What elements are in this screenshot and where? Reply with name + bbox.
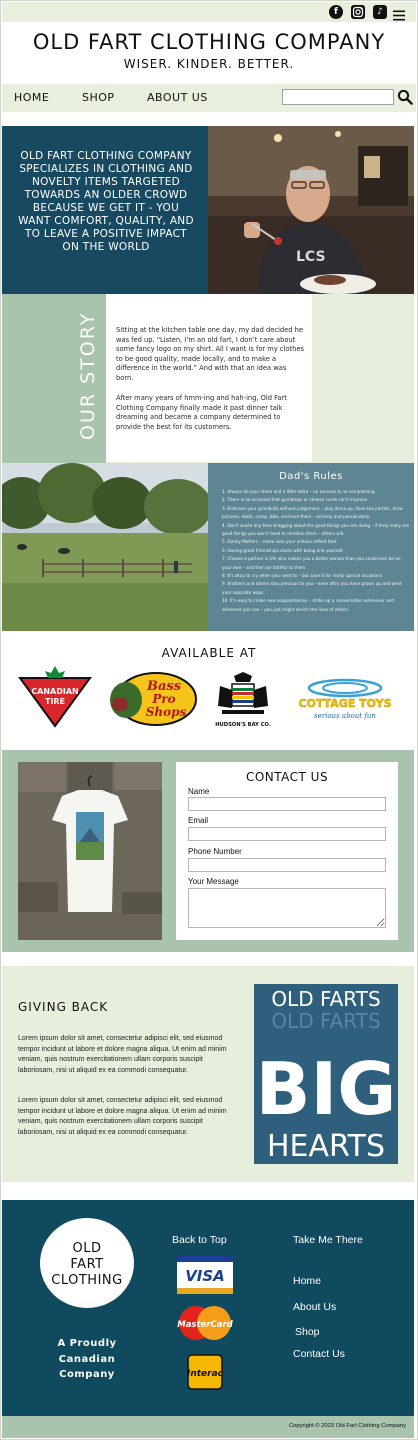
big-hearts-poster: OLD FARTS OLD FARTS BIG HEARTS (254, 984, 398, 1164)
back-to-top-link[interactable]: Back to Top (172, 1234, 227, 1246)
hudsons-bay-caption: HUDSON'S BAY CO. (215, 722, 271, 728)
rule-item: 3. Embrace your grandkids without judgem… (222, 505, 403, 520)
canadian-tire-logo[interactable]: CANADIAN TIRE (18, 664, 92, 728)
copyright-text: Copyright © 2023 Old Fart Clothing Compa… (288, 1423, 406, 1429)
dads-rules-list: 1. Always do your share and a little ext… (222, 488, 410, 614)
farm-photo (2, 463, 208, 631)
footer-logo-line: FART (70, 1257, 104, 1272)
hudsons-bay-logo[interactable]: HUDSON'S BAY CO. (210, 670, 276, 730)
rule-item: 6. Having great friendships starts with … (222, 547, 344, 553)
contact-form: CONTACT US Name Email Phone Number Your … (176, 762, 398, 940)
main-nav: HOME SHOP ABOUT US (2, 84, 416, 112)
proud-line: Company (59, 1369, 115, 1380)
nav-shop[interactable]: SHOP (82, 91, 115, 104)
hero-text: OLD FART CLOTHING COMPANY SPECIALIZES IN… (18, 150, 194, 253)
email-field[interactable] (188, 827, 386, 841)
our-story-heading-panel: OUR STORY (2, 294, 106, 464)
story-paragraph: Sitting at the kitchen table one day, my… (116, 326, 304, 382)
nav-about-us[interactable]: ABOUT US (147, 91, 208, 104)
contact-title: CONTACT US (245, 770, 329, 784)
giving-back-title: GIVING BACK (18, 1000, 109, 1014)
rule-item: 9. Brothers and sisters stay precious to… (222, 581, 402, 595)
rule-item: 5. Family Matters – make sure your actio… (222, 539, 338, 545)
rule-item: 1. Always do your share and a little ext… (222, 489, 376, 494)
dads-rules-title: Dad's Rules (279, 471, 343, 482)
cottage-toys-line2: serious about fun (314, 712, 376, 720)
footer-logo-line: CLOTHING (51, 1273, 123, 1288)
social-bar: f ♪ (2, 2, 416, 22)
bass-pro-shops-logo[interactable]: Bass Pro Shops (106, 668, 198, 730)
proudly-canadian-text: A Proudly Canadian Company (40, 1336, 134, 1383)
mastercard-icon: MasterCard (177, 1304, 234, 1342)
hero-banner: OLD FART CLOTHING COMPANY SPECIALIZES IN… (2, 126, 208, 294)
giving-back-paragraph: Lorem ipsum dolor sit amet, consectetur … (18, 1097, 227, 1136)
rule-item: 2. There is no occasion that gumdrops or… (222, 497, 369, 503)
available-at-title: AVAILABLE AT (161, 646, 257, 660)
email-label: Email (188, 816, 209, 825)
visa-label: VISA (185, 1267, 225, 1285)
poster-bottom-text: HEARTS (267, 1129, 385, 1164)
rule-item: 4. Don't waste any time bragging about t… (222, 522, 410, 537)
rule-item: 10. It's easy to make new acquaintances … (222, 598, 394, 612)
story-paragraph: After many years of hmm-ing and hah-ing,… (116, 394, 287, 431)
poster-echo-text: OLD FARTS (271, 1009, 380, 1033)
footer-logo-line: OLD (72, 1241, 102, 1256)
search-input[interactable] (282, 89, 394, 105)
tshirt-photo (18, 762, 162, 940)
message-field[interactable] (188, 888, 386, 928)
dads-rules-panel: Dad's Rules 1. Always do your share and … (208, 463, 414, 631)
name-label: Name (188, 787, 210, 796)
phone-label: Phone Number (188, 847, 242, 856)
proud-line: Canadian (58, 1353, 116, 1365)
search-icon[interactable] (397, 89, 413, 105)
tiktok-icon[interactable]: ♪ (373, 5, 387, 19)
take-me-there-heading: Take Me There (293, 1234, 363, 1246)
site-footer: OLD FART CLOTHING A Proudly Canadian Com… (2, 1200, 414, 1416)
facebook-icon[interactable]: f (329, 5, 343, 19)
giving-back-paragraph: Lorem ipsum dolor sit amet, consectetur … (18, 1035, 227, 1074)
footer-logo[interactable]: OLD FART CLOTHING (40, 1218, 134, 1308)
cottage-toys-line1: COTTAGE TOYS (298, 697, 391, 710)
footer-link-home[interactable]: Home (293, 1275, 321, 1287)
footer-link-about-us[interactable]: About Us (293, 1301, 336, 1313)
nav-home[interactable]: HOME (14, 91, 49, 104)
cottage-toys-logo[interactable]: COTTAGE TOYS serious about fun (290, 676, 400, 722)
our-story-heading: OUR STORY (77, 312, 99, 440)
poster-big-text: BIG (256, 1047, 397, 1131)
site-title[interactable]: OLD FART CLOTHING COMPANY (0, 30, 418, 54)
poster-top-text: OLD FARTS (271, 987, 380, 1011)
bass-pro-line3: Shops (146, 705, 187, 719)
rule-item: 8. It's okay to cry when you need to – b… (222, 573, 384, 579)
canadian-tire-line1: CANADIAN (31, 687, 78, 696)
svg-text:LCS: LCS (296, 249, 326, 265)
phone-field[interactable] (188, 858, 386, 872)
proud-line: A Proudly (57, 1338, 117, 1349)
message-label: Your Message (188, 877, 239, 886)
visa-icon: VISA (177, 1256, 233, 1294)
site-tagline: WISER. KINDER. BETTER. (123, 57, 295, 71)
canadian-tire-line2: TIRE (45, 697, 65, 706)
name-field[interactable] (188, 797, 386, 811)
hamburger-menu-icon[interactable] (393, 6, 405, 21)
mastercard-label: MasterCard (177, 1320, 233, 1330)
interac-label: Interac (187, 1369, 223, 1379)
bass-pro-line2: Pro (151, 692, 175, 706)
instagram-icon[interactable] (351, 5, 365, 19)
interac-icon: Interac (187, 1354, 224, 1390)
footer-link-contact-us[interactable]: Contact Us (293, 1348, 345, 1360)
our-story-card: Sitting at the kitchen table one day, my… (106, 294, 312, 462)
rule-item: 7. Choose a partner in life who makes yo… (222, 556, 401, 570)
copyright-bar: Copyright © 2023 Old Fart Clothing Compa… (2, 1416, 414, 1438)
hero-photo: LCS (208, 126, 414, 294)
footer-link-shop[interactable]: Shop (295, 1326, 320, 1338)
